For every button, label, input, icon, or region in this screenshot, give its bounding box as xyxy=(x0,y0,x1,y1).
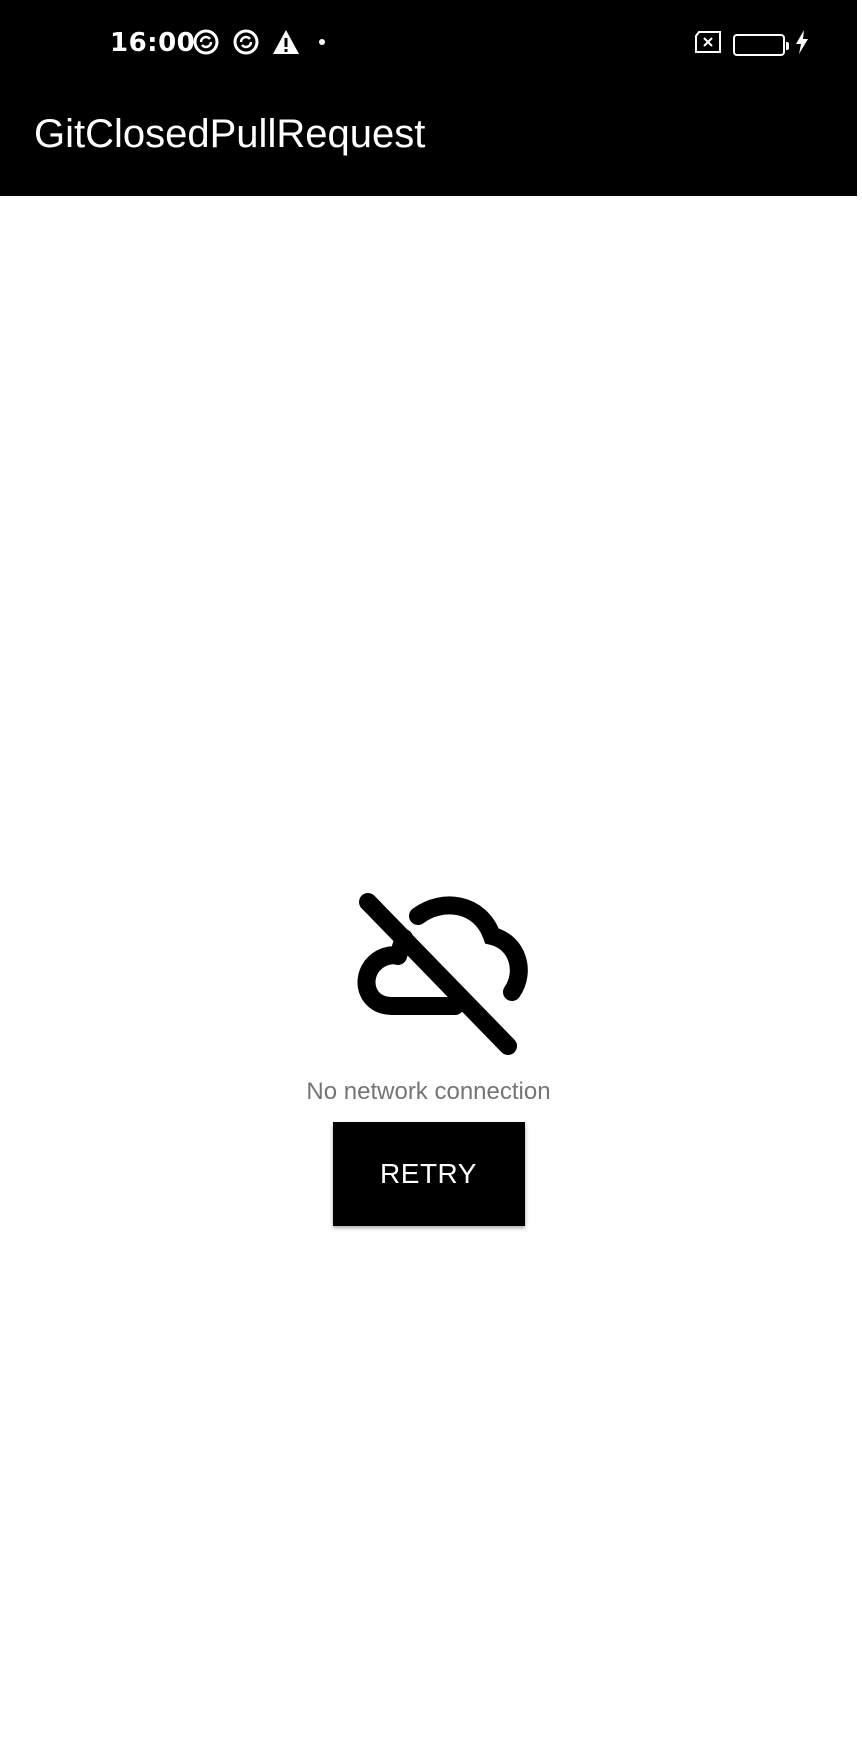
battery-icon: 97 xyxy=(733,33,789,56)
error-state: No network connection RETRY xyxy=(0,880,857,1226)
status-bar: 16:00 97 xyxy=(0,0,857,88)
sync-circle-icon xyxy=(232,28,260,56)
status-icons-left xyxy=(192,28,332,56)
screen-edge xyxy=(857,0,862,1756)
sync-circle-icon xyxy=(192,28,220,56)
charging-bolt-icon xyxy=(795,30,809,59)
warning-icon xyxy=(272,29,300,55)
status-time: 16:00 xyxy=(110,28,196,58)
no-sim-icon xyxy=(693,31,723,58)
dot-icon xyxy=(312,28,332,56)
error-message: No network connection xyxy=(306,1078,551,1105)
device-screen: 16:00 97 GitClosedPullRequest No network… xyxy=(0,0,858,1756)
status-icons-right: 97 xyxy=(693,30,809,59)
cloud-off-icon xyxy=(357,893,528,1055)
battery-level: 97 xyxy=(749,36,769,53)
app-bar: GitClosedPullRequest xyxy=(0,88,857,196)
app-title: GitClosedPullRequest xyxy=(34,112,426,156)
retry-button[interactable]: RETRY xyxy=(332,1122,525,1226)
